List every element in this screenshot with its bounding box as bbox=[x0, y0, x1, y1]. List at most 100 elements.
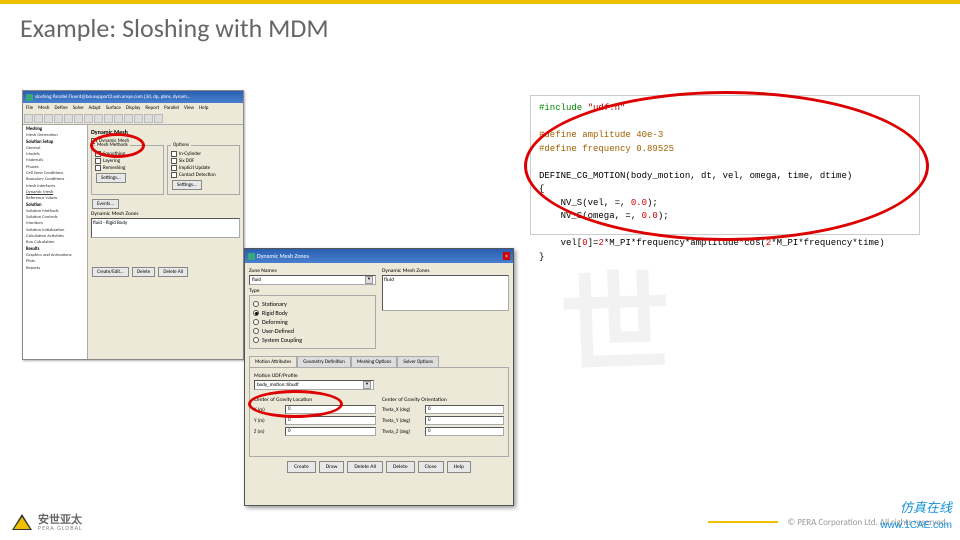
draw-button[interactable]: Draw bbox=[319, 461, 345, 473]
menu-display[interactable]: Display bbox=[126, 105, 141, 111]
win1-title-text: sloshing Parallel Fluent@bousupport2.win… bbox=[35, 94, 191, 100]
slide-content: sloshing Parallel Fluent@bousupport2.win… bbox=[0, 55, 960, 505]
ty-input[interactable]: 0 bbox=[425, 416, 504, 425]
win2-titlebar[interactable]: Dynamic Mesh Zones × bbox=[245, 249, 513, 263]
toolbar bbox=[23, 113, 243, 125]
menu-solve[interactable]: Solve bbox=[73, 105, 84, 111]
tab-mesh[interactable]: Meshing Options bbox=[351, 356, 398, 367]
chevron-down-icon: ▼ bbox=[363, 381, 371, 389]
rigid-body-radio[interactable]: Rigid Body bbox=[253, 309, 372, 317]
tab-geom[interactable]: Geometry Definition bbox=[297, 356, 351, 367]
x-input[interactable]: 0 bbox=[285, 405, 376, 414]
dynamic-mesh-zones-dialog: Dynamic Mesh Zones × Zone Names fluid▼ T… bbox=[244, 248, 514, 506]
settings2-button[interactable]: Settings... bbox=[172, 180, 202, 190]
toolbar-button[interactable] bbox=[34, 114, 43, 123]
toolbar-button[interactable] bbox=[144, 114, 153, 123]
toolbar-button[interactable] bbox=[104, 114, 113, 123]
panel-header: Dynamic Mesh bbox=[91, 128, 240, 136]
deforming-radio[interactable]: Deforming bbox=[253, 318, 372, 326]
type-label: Type bbox=[249, 288, 376, 294]
tx-label: Theta_X (deg) bbox=[382, 407, 422, 413]
dynmesh-panel: Dynamic Mesh ✓Dynamic Mesh Mesh Methods … bbox=[88, 125, 243, 359]
footer: 安世亚太 PERA GLOBAL © PERA Corporation Ltd.… bbox=[0, 504, 960, 540]
tz-label: Theta_Z (deg) bbox=[382, 429, 422, 435]
toolbar-button[interactable] bbox=[94, 114, 103, 123]
zone-names-dropdown[interactable]: fluid▼ bbox=[249, 275, 376, 285]
implicit-checkbox[interactable]: Implicit Update bbox=[171, 165, 236, 171]
delete-button[interactable]: Delete bbox=[132, 267, 155, 277]
create-button[interactable]: Create bbox=[287, 461, 316, 473]
menu-parallel[interactable]: Parallel bbox=[164, 105, 179, 111]
menu-help[interactable]: Help bbox=[199, 105, 208, 111]
menu-surface[interactable]: Surface bbox=[106, 105, 121, 111]
user-defined-radio[interactable]: User-Defined bbox=[253, 327, 372, 335]
toolbar-button[interactable] bbox=[154, 114, 163, 123]
close-icon[interactable]: × bbox=[503, 252, 510, 260]
nav-tree[interactable]: Meshing Mesh Generation Solution Setup G… bbox=[23, 125, 88, 359]
dmz-listbox[interactable]: fluid - Rigid Body bbox=[91, 218, 240, 238]
smoothing-checkbox[interactable]: ✓Smoothing bbox=[95, 151, 160, 157]
menu-define[interactable]: Define bbox=[54, 105, 67, 111]
menu-view[interactable]: View bbox=[184, 105, 194, 111]
delete-button2[interactable]: Delete bbox=[386, 461, 415, 473]
system-coupling-radio[interactable]: System Coupling bbox=[253, 336, 372, 344]
cg-ori-label: Center of Gravity Orientation bbox=[382, 397, 504, 403]
win1-titlebar[interactable]: sloshing Parallel Fluent@bousupport2.win… bbox=[23, 91, 243, 103]
motion-pane: Motion UDF/Profile body_motion::libudf▼ … bbox=[249, 367, 509, 457]
menu-mesh[interactable]: Mesh bbox=[38, 105, 49, 111]
tab-solver[interactable]: Solver Options bbox=[397, 356, 439, 367]
toolbar-button[interactable] bbox=[64, 114, 73, 123]
logo-triangle-icon bbox=[12, 514, 32, 530]
fluent-window: sloshing Parallel Fluent@bousupport2.win… bbox=[22, 90, 244, 360]
create-edit-button[interactable]: Create/Edit... bbox=[92, 267, 129, 277]
help-button[interactable]: Help bbox=[447, 461, 471, 473]
dmz-label2: Dynamic Mesh Zones bbox=[382, 268, 509, 274]
logo-en: PERA GLOBAL bbox=[38, 525, 82, 531]
menubar[interactable]: File Mesh Define Solve Adapt Surface Dis… bbox=[23, 103, 243, 113]
udf-label: Motion UDF/Profile bbox=[254, 373, 504, 379]
events-button[interactable]: Events... bbox=[92, 199, 119, 209]
y-label: Y (m) bbox=[254, 418, 282, 424]
dialog-icon bbox=[248, 253, 255, 260]
delete-all-button2[interactable]: Delete All bbox=[347, 461, 383, 473]
sixdof-checkbox[interactable]: Six DOF bbox=[171, 158, 236, 164]
stationary-radio[interactable]: Stationary bbox=[253, 300, 372, 308]
toolbar-button[interactable] bbox=[84, 114, 93, 123]
meshmethods-label: Mesh Methods bbox=[95, 142, 130, 148]
menu-file[interactable]: File bbox=[26, 105, 33, 111]
z-input[interactable]: 0 bbox=[285, 427, 376, 436]
toolbar-button[interactable] bbox=[124, 114, 133, 123]
contact-checkbox[interactable]: Contact Detection bbox=[171, 172, 236, 178]
dialog-buttons: Create Draw Delete All Delete Close Help bbox=[249, 461, 509, 473]
pera-logo: 安世亚太 PERA GLOBAL bbox=[12, 514, 82, 531]
toolbar-button[interactable] bbox=[54, 114, 63, 123]
accent-bar bbox=[0, 0, 960, 4]
win2-title-text: Dynamic Mesh Zones bbox=[257, 252, 309, 260]
dmz-list[interactable]: fluid bbox=[382, 275, 509, 311]
layering-checkbox[interactable]: Layering bbox=[95, 158, 160, 164]
motion-udf-dropdown[interactable]: body_motion::libudf▼ bbox=[254, 380, 374, 390]
options-label: Options bbox=[171, 142, 191, 148]
y-input[interactable]: 0 bbox=[285, 416, 376, 425]
toolbar-button[interactable] bbox=[24, 114, 33, 123]
tree-reports[interactable]: Reports bbox=[25, 266, 85, 272]
close-button[interactable]: Close bbox=[418, 461, 444, 473]
tx-input[interactable]: 0 bbox=[425, 405, 504, 414]
z-label: Z (m) bbox=[254, 429, 282, 435]
delete-all-button[interactable]: Delete All bbox=[158, 267, 188, 277]
tab-motion[interactable]: Motion Attributes bbox=[249, 356, 297, 367]
cae-watermark: 仿真在线 www.1CAE.com bbox=[880, 497, 952, 532]
incyl-checkbox[interactable]: In-Cylinder bbox=[171, 151, 236, 157]
toolbar-button[interactable] bbox=[74, 114, 83, 123]
toolbar-button[interactable] bbox=[114, 114, 123, 123]
remeshing-checkbox[interactable]: Remeshing bbox=[95, 165, 160, 171]
toolbar-button[interactable] bbox=[134, 114, 143, 123]
menu-adapt[interactable]: Adapt bbox=[89, 105, 101, 111]
tz-input[interactable]: 0 bbox=[425, 427, 504, 436]
dmz-label: Dynamic Mesh Zones bbox=[91, 211, 240, 217]
cg-loc-label: Center of Gravity Location bbox=[254, 397, 376, 403]
settings-button[interactable]: Settings... bbox=[96, 173, 126, 183]
menu-report[interactable]: Report bbox=[145, 105, 159, 111]
chevron-down-icon: ▼ bbox=[365, 276, 373, 284]
toolbar-button[interactable] bbox=[44, 114, 53, 123]
